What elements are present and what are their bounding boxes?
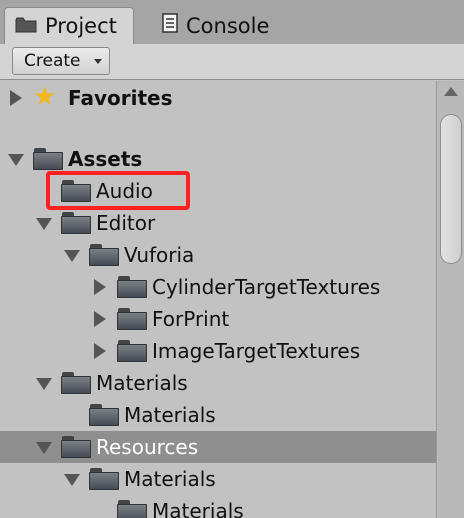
scrollbar-thumb[interactable] bbox=[440, 114, 462, 264]
folder-icon bbox=[89, 244, 119, 266]
project-tree: ★ Favorites Assets Audio Editor Vuforia bbox=[0, 81, 436, 518]
tree-item-label: Materials bbox=[124, 403, 216, 427]
tree-item-editor[interactable]: Editor bbox=[0, 207, 436, 239]
collapse-arrow-icon[interactable] bbox=[64, 250, 80, 262]
expand-arrow-icon[interactable] bbox=[10, 90, 22, 106]
tree-item-label: Resources bbox=[96, 435, 199, 459]
tree-item-assets[interactable]: Assets bbox=[0, 143, 436, 175]
folder-icon bbox=[33, 148, 63, 170]
vertical-scrollbar[interactable] bbox=[436, 81, 464, 518]
expand-arrow-icon[interactable] bbox=[94, 311, 106, 327]
tree-item-resources-materials[interactable]: Materials bbox=[0, 463, 436, 495]
folder-icon bbox=[15, 14, 37, 38]
tree-item-label: Materials bbox=[124, 467, 216, 491]
tab-bar: Project Console bbox=[0, 0, 464, 44]
tree-item-label: ForPrint bbox=[152, 307, 230, 331]
collapse-arrow-icon[interactable] bbox=[36, 378, 52, 390]
collapse-arrow-icon[interactable] bbox=[64, 474, 80, 486]
folder-icon bbox=[61, 436, 91, 458]
tree-item-image-target-textures[interactable]: ImageTargetTextures bbox=[0, 335, 436, 367]
folder-icon bbox=[89, 468, 119, 490]
folder-icon bbox=[117, 500, 147, 518]
scroll-up-arrow-icon[interactable] bbox=[444, 87, 458, 96]
chevron-down-icon bbox=[94, 59, 102, 64]
collapse-arrow-icon[interactable] bbox=[8, 154, 24, 166]
tree-item-label: Vuforia bbox=[124, 243, 195, 267]
collapse-arrow-icon[interactable] bbox=[36, 218, 52, 230]
toolbar: Create bbox=[0, 44, 464, 80]
create-button[interactable]: Create bbox=[12, 47, 110, 75]
tree-item-audio[interactable]: Audio bbox=[0, 175, 436, 207]
folder-icon bbox=[61, 180, 91, 202]
tab-console-label: Console bbox=[186, 13, 270, 38]
tree-item-label: Audio bbox=[96, 179, 153, 203]
tree-item-label: Favorites bbox=[68, 86, 173, 110]
tree-item-label: Materials bbox=[152, 499, 244, 518]
tree-item-vuforia[interactable]: Vuforia bbox=[0, 239, 436, 271]
tree-item-resources[interactable]: Resources bbox=[0, 431, 436, 463]
tree-item-favorites[interactable]: ★ Favorites bbox=[0, 82, 436, 114]
tree-item-for-print[interactable]: ForPrint bbox=[0, 303, 436, 335]
create-button-label: Create bbox=[24, 51, 81, 71]
tab-console[interactable]: Console bbox=[160, 7, 300, 44]
collapse-arrow-icon[interactable] bbox=[36, 442, 52, 454]
tree-item-cylinder-target-textures[interactable]: CylinderTargetTextures bbox=[0, 271, 436, 303]
folder-icon bbox=[61, 212, 91, 234]
expand-arrow-icon[interactable] bbox=[94, 279, 106, 295]
tree-item-resources-materials-child[interactable]: Materials bbox=[0, 495, 436, 518]
tree-item-label: Materials bbox=[96, 371, 188, 395]
folder-icon bbox=[117, 340, 147, 362]
tab-project-label: Project bbox=[45, 14, 117, 38]
console-icon bbox=[162, 13, 178, 38]
folder-icon bbox=[61, 372, 91, 394]
tree-item-label: Assets bbox=[68, 147, 143, 171]
tree-item-label: Editor bbox=[96, 211, 156, 235]
tree-item-materials-child[interactable]: Materials bbox=[0, 399, 436, 431]
tree-item-materials[interactable]: Materials bbox=[0, 367, 436, 399]
expand-arrow-icon[interactable] bbox=[94, 343, 106, 359]
project-window: Project Console Create ★ Favorites Asset… bbox=[0, 0, 464, 518]
folder-icon bbox=[117, 308, 147, 330]
star-icon: ★ bbox=[33, 82, 57, 112]
tab-project[interactable]: Project bbox=[4, 7, 134, 44]
folder-icon bbox=[117, 276, 147, 298]
tree-item-label: ImageTargetTextures bbox=[152, 339, 361, 363]
tree-item-label: CylinderTargetTextures bbox=[152, 275, 381, 299]
folder-icon bbox=[89, 404, 119, 426]
